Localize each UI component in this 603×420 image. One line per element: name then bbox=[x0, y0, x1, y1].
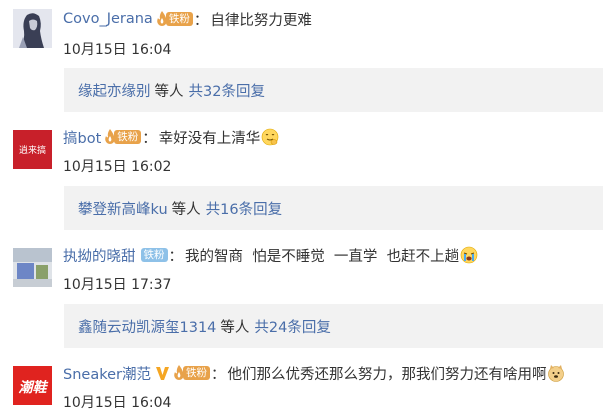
colon-separator: ： bbox=[193, 12, 209, 29]
crying-emoji-icon bbox=[460, 246, 478, 264]
smirk-hand-emoji-icon bbox=[261, 128, 279, 146]
comment-header: Sneaker潮范 铁粉 ： 他们那么优秀还那么努力，那我们努力还有啥用啊 bbox=[63, 361, 565, 385]
fan-badge-label: 铁粉 bbox=[114, 130, 142, 144]
reply-count-link[interactable]: 共32条回复 bbox=[189, 80, 265, 101]
username[interactable]: 执拗的晓甜 bbox=[63, 245, 136, 266]
username[interactable]: Sneaker潮范 bbox=[63, 363, 151, 384]
doge-emoji-icon bbox=[548, 365, 565, 382]
fan-badge[interactable]: 铁粉 bbox=[173, 365, 210, 382]
reply-summary[interactable]: 鑫随云动凯源玺1314 等人 共24条回复 bbox=[64, 304, 603, 348]
reply-etc-label: 等人 bbox=[171, 201, 201, 218]
avatar[interactable]: 逍来搞 bbox=[13, 130, 52, 169]
reply-etc-label: 等人 bbox=[220, 319, 250, 336]
fan-badge[interactable]: 铁粉 bbox=[140, 247, 168, 264]
comment-header: 搞bot 铁粉 ： 幸好没有上清华 bbox=[63, 125, 279, 149]
fan-badge-label: 铁粉 bbox=[182, 366, 210, 380]
comment-text: 他们那么优秀还那么努力，那我们努力还有啥用啊 bbox=[227, 366, 547, 383]
fan-badge-label: 铁粉 bbox=[140, 248, 168, 262]
comment-timestamp: 10月15日 16:02 bbox=[63, 159, 172, 175]
avatar-text: 逍来搞 bbox=[19, 144, 46, 156]
comment-header: Covo_Jerana 铁粉 ： 自律比努力更难 bbox=[63, 7, 312, 31]
reply-count-link[interactable]: 共24条回复 bbox=[254, 316, 330, 337]
colon-separator: ： bbox=[210, 366, 226, 383]
avatar[interactable] bbox=[13, 248, 52, 287]
comment-timestamp: 10月15日 16:04 bbox=[63, 395, 172, 411]
colon-separator: ： bbox=[142, 130, 157, 147]
reply-etc-label: 等人 bbox=[154, 83, 184, 100]
vip-v-icon[interactable] bbox=[155, 365, 170, 381]
comment-timestamp: 10月15日 17:37 bbox=[63, 277, 172, 293]
reply-first-user[interactable]: 缘起亦缘别 bbox=[78, 80, 151, 101]
reply-count-link[interactable]: 共16条回复 bbox=[206, 198, 282, 219]
comment-text: 幸好没有上清华 bbox=[158, 130, 261, 147]
colon-separator: ： bbox=[168, 248, 184, 265]
comment-header: 执拗的晓甜 铁粉 ： 我的智商 怕是不睡觉 一直学 也赶不上趟 bbox=[63, 243, 478, 267]
reply-first-user[interactable]: 鑫随云动凯源玺1314 bbox=[78, 316, 216, 337]
fan-badge[interactable]: 铁粉 bbox=[104, 129, 142, 146]
comment-text: 我的智商 怕是不睡觉 一直学 也赶不上趟 bbox=[185, 248, 460, 265]
reply-summary[interactable]: 攀登新高峰ku 等人 共16条回复 bbox=[64, 186, 603, 230]
reply-first-user[interactable]: 攀登新高峰ku bbox=[78, 198, 168, 219]
username[interactable]: Covo_Jerana bbox=[63, 11, 153, 27]
avatar[interactable]: 潮鞋 bbox=[13, 366, 52, 405]
fan-badge-label: 铁粉 bbox=[165, 12, 193, 26]
username[interactable]: 搞bot bbox=[63, 127, 101, 148]
reply-summary[interactable]: 缘起亦缘别 等人 共32条回复 bbox=[64, 68, 603, 112]
avatar[interactable] bbox=[13, 9, 52, 48]
fan-badge[interactable]: 铁粉 bbox=[156, 11, 193, 28]
comment-timestamp: 10月15日 16:04 bbox=[63, 42, 172, 58]
comment-text: 自律比努力更难 bbox=[210, 12, 312, 29]
avatar-text: 潮鞋 bbox=[19, 379, 49, 396]
